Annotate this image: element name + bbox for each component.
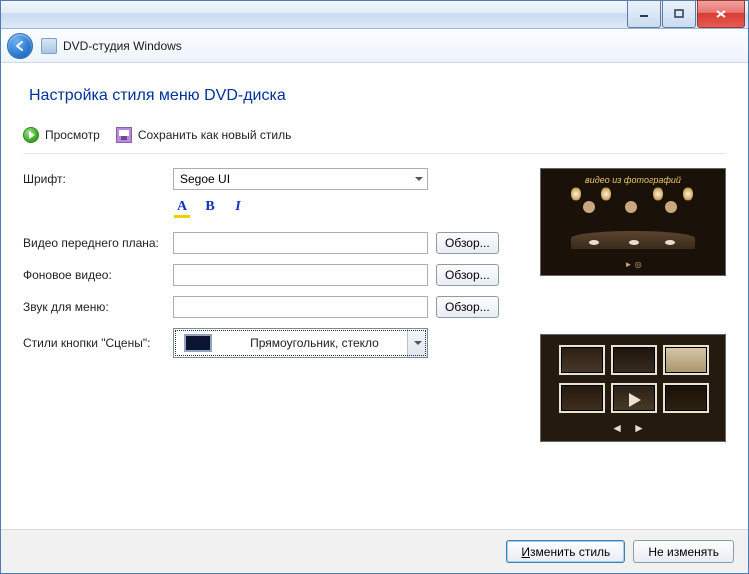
body-row: Шрифт: Segoe UI A B I Видео переднего пл…	[23, 168, 726, 442]
save-style-command[interactable]: Сохранить как новый стиль	[116, 127, 292, 143]
maximize-button[interactable]	[662, 0, 696, 28]
bold-button[interactable]: B	[201, 200, 219, 216]
preview-overlay-text: видео из фотографий	[541, 175, 725, 185]
footer: Изменить стиль Не изменять	[1, 529, 748, 573]
font-row: Шрифт: Segoe UI	[23, 168, 520, 190]
preview-column: видео из фотографий ► ◎	[540, 168, 726, 442]
chevron-down-icon	[414, 341, 422, 345]
app-icon	[41, 38, 57, 54]
close-button[interactable]	[697, 0, 745, 28]
window-root: DVD-студия Windows Настройка стиля меню …	[0, 0, 749, 574]
italic-button[interactable]: I	[229, 200, 247, 216]
background-video-input[interactable]	[173, 264, 428, 286]
menu-audio-row: Звук для меню: Обзор...	[23, 296, 520, 318]
font-value: Segoe UI	[180, 172, 230, 186]
scene-nav-arrows: ◄►	[541, 421, 725, 435]
scene-thumb	[559, 383, 605, 413]
font-combobox[interactable]: Segoe UI	[173, 168, 428, 190]
preview-command[interactable]: Просмотр	[23, 127, 100, 143]
font-color-button[interactable]: A	[173, 200, 191, 216]
chevron-down-icon	[415, 177, 423, 181]
scene-thumb	[663, 345, 709, 375]
scene-style-swatch	[184, 334, 212, 352]
scene-thumb	[559, 345, 605, 375]
foreground-browse-button[interactable]: Обзор...	[436, 232, 499, 254]
form-column: Шрифт: Segoe UI A B I Видео переднего пл…	[23, 168, 520, 442]
scene-thumb	[611, 345, 657, 375]
foreground-video-row: Видео переднего плана: Обзор...	[23, 232, 520, 254]
scene-style-value: Прямоугольник, стекло	[222, 336, 407, 350]
scene-thumb	[663, 383, 709, 413]
apply-style-button[interactable]: Изменить стиль	[506, 540, 625, 563]
scenes-menu-preview: ◄►	[540, 334, 726, 442]
preview-play-indicator: ► ◎	[541, 260, 725, 269]
font-label: Шрифт:	[23, 172, 173, 186]
menu-audio-label: Звук для меню:	[23, 300, 173, 314]
background-browse-button[interactable]: Обзор...	[436, 264, 499, 286]
back-arrow-icon	[13, 39, 27, 53]
main-menu-preview: видео из фотографий ► ◎	[540, 168, 726, 276]
app-title: DVD-студия Windows	[63, 39, 182, 53]
background-video-row: Фоновое видео: Обзор...	[23, 264, 520, 286]
menu-audio-browse-button[interactable]: Обзор...	[436, 296, 499, 318]
scene-thumb-play	[611, 383, 657, 413]
page-heading: Настройка стиля меню DVD-диска	[29, 87, 726, 105]
background-video-label: Фоновое видео:	[23, 268, 173, 282]
minimize-button[interactable]	[627, 0, 661, 28]
toolbar: Просмотр Сохранить как новый стиль	[23, 123, 726, 154]
scene-style-combobox[interactable]: Прямоугольник, стекло	[173, 328, 428, 358]
save-style-label: Сохранить как новый стиль	[138, 128, 292, 142]
foreground-video-label: Видео переднего плана:	[23, 236, 173, 250]
save-icon	[116, 127, 132, 143]
scene-style-label: Стили кнопки "Сцены":	[23, 336, 173, 350]
preview-label: Просмотр	[45, 128, 100, 142]
font-style-toolbar: A B I	[173, 200, 520, 216]
foreground-video-input[interactable]	[173, 232, 428, 254]
content-area: Настройка стиля меню DVD-диска Просмотр …	[1, 63, 748, 529]
back-button[interactable]	[7, 33, 33, 59]
close-icon	[715, 9, 727, 19]
navbar: DVD-студия Windows	[1, 29, 748, 63]
menu-audio-input[interactable]	[173, 296, 428, 318]
scene-style-row: Стили кнопки "Сцены": Прямоугольник, сте…	[23, 328, 520, 358]
titlebar	[1, 1, 748, 29]
minimize-icon	[639, 9, 649, 19]
scene-style-dropdown-button[interactable]	[407, 329, 427, 357]
maximize-icon	[674, 9, 684, 19]
cancel-button[interactable]: Не изменять	[633, 540, 734, 563]
play-icon	[23, 127, 39, 143]
